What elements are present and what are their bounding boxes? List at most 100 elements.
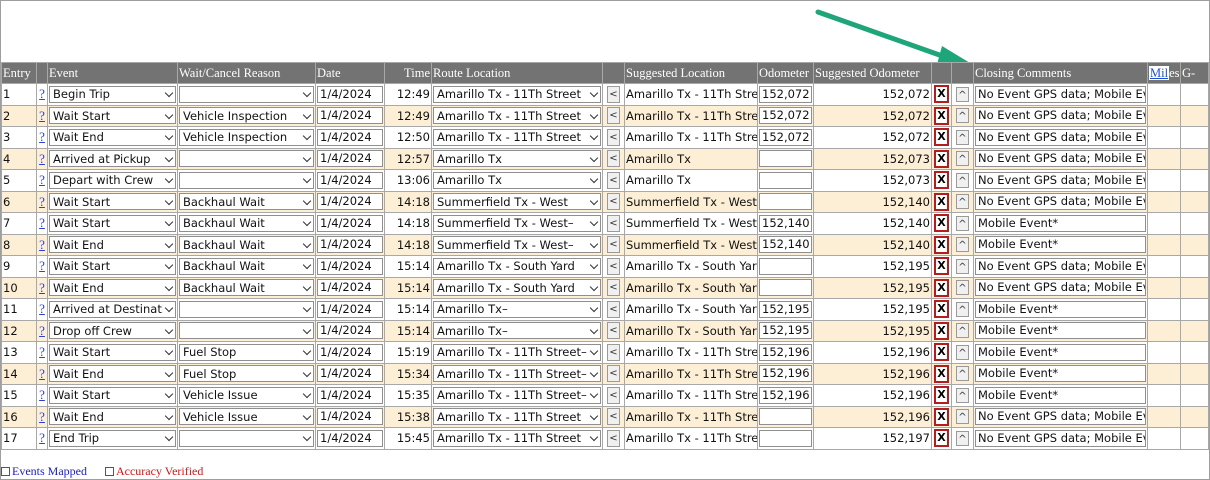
- odometer-input[interactable]: [759, 429, 812, 447]
- wait-reason-select[interactable]: Backhaul Wait: [179, 279, 314, 297]
- date-input[interactable]: 1/4/2024: [317, 322, 383, 340]
- route-location-select[interactable]: Amarillo Tx - 11Th Street–: [433, 343, 601, 361]
- header-wait-reason[interactable]: Wait/Cancel Reason: [177, 62, 316, 84]
- closing-comment-input[interactable]: No Event GPS data; Mobile Even: [975, 193, 1146, 211]
- move-up-button[interactable]: ^: [956, 387, 969, 403]
- date-input[interactable]: 1/4/2024: [317, 257, 383, 275]
- odometer-input[interactable]: 152,196: [759, 386, 812, 404]
- header-suggested-location[interactable]: Suggested Location: [624, 62, 758, 84]
- header-g[interactable]: G-: [1180, 62, 1209, 84]
- delete-row-button[interactable]: X: [934, 171, 949, 190]
- copy-suggested-button[interactable]: <: [607, 365, 620, 383]
- header-entry[interactable]: Entry: [1, 62, 37, 84]
- help-link[interactable]: ?: [36, 147, 48, 170]
- delete-row-button[interactable]: X: [934, 300, 949, 319]
- move-up-button[interactable]: ^: [956, 108, 969, 124]
- date-input[interactable]: 1/4/2024: [317, 236, 383, 254]
- header-event[interactable]: Event: [47, 62, 178, 84]
- odometer-input[interactable]: 152,140: [759, 236, 812, 254]
- odometer-input[interactable]: 152,195: [759, 322, 812, 340]
- odometer-input[interactable]: 152,196: [759, 343, 812, 361]
- wait-reason-select[interactable]: Fuel Stop: [179, 365, 314, 383]
- move-up-button[interactable]: ^: [956, 237, 969, 253]
- date-input[interactable]: 1/4/2024: [317, 171, 383, 189]
- header-date[interactable]: Date: [315, 62, 385, 84]
- event-select[interactable]: End Trip: [49, 429, 176, 447]
- help-link[interactable]: ?: [36, 298, 48, 321]
- help-link[interactable]: ?: [36, 362, 48, 385]
- event-select[interactable]: Wait Start: [49, 257, 176, 275]
- event-select[interactable]: Wait End: [49, 365, 176, 383]
- odometer-input[interactable]: [759, 257, 812, 275]
- delete-row-button[interactable]: X: [934, 214, 949, 233]
- event-select[interactable]: Wait Start: [49, 107, 176, 125]
- help-link[interactable]: ?: [36, 169, 48, 192]
- copy-suggested-button[interactable]: <: [607, 300, 620, 318]
- route-location-select[interactable]: Summerfield Tx - West–: [433, 236, 601, 254]
- copy-suggested-button[interactable]: <: [607, 150, 620, 168]
- closing-comment-input[interactable]: Mobile Event*: [975, 300, 1146, 318]
- accuracy-verified-checkbox[interactable]: [104, 467, 114, 476]
- odometer-input[interactable]: [759, 408, 812, 426]
- odometer-input[interactable]: [759, 150, 812, 168]
- closing-comment-input[interactable]: No Event GPS data; Mobile Even: [975, 128, 1146, 146]
- route-location-select[interactable]: Amarillo Tx - 11Th Street–: [433, 386, 601, 404]
- wait-reason-select[interactable]: Backhaul Wait: [179, 257, 314, 275]
- closing-comment-input[interactable]: Mobile Event*: [975, 322, 1146, 340]
- date-input[interactable]: 1/4/2024: [317, 386, 383, 404]
- delete-row-button[interactable]: X: [934, 321, 949, 340]
- date-input[interactable]: 1/4/2024: [317, 300, 383, 318]
- odometer-input[interactable]: [759, 279, 812, 297]
- copy-suggested-button[interactable]: <: [607, 214, 620, 232]
- event-select[interactable]: Wait Start: [49, 386, 176, 404]
- events-mapped-checkbox[interactable]: [1, 467, 10, 476]
- route-location-select[interactable]: Amarillo Tx - 11Th Street: [433, 429, 601, 447]
- copy-suggested-button[interactable]: <: [607, 236, 620, 254]
- wait-reason-select[interactable]: Backhaul Wait: [179, 193, 314, 211]
- copy-suggested-button[interactable]: <: [607, 343, 620, 361]
- event-select[interactable]: Wait End: [49, 408, 176, 426]
- odometer-input[interactable]: 152,140: [759, 214, 812, 232]
- event-select[interactable]: Begin Trip: [49, 85, 176, 103]
- closing-comment-input[interactable]: Mobile Event*: [975, 343, 1146, 361]
- event-select[interactable]: Drop off Crew: [49, 322, 176, 340]
- copy-suggested-button[interactable]: <: [607, 85, 620, 103]
- delete-row-button[interactable]: X: [934, 149, 949, 168]
- accuracy-verified-option[interactable]: Accuracy Verified: [104, 464, 203, 479]
- events-mapped-option[interactable]: Events Mapped: [1, 464, 87, 479]
- odometer-input[interactable]: 152,195: [759, 300, 812, 318]
- wait-reason-select[interactable]: [179, 171, 314, 189]
- delete-row-button[interactable]: X: [934, 278, 949, 297]
- move-up-button[interactable]: ^: [956, 366, 969, 382]
- event-select[interactable]: Wait End: [49, 128, 176, 146]
- closing-comment-input[interactable]: No Event GPS data; Mobile Even: [975, 107, 1146, 125]
- move-up-button[interactable]: ^: [956, 194, 969, 210]
- move-up-button[interactable]: ^: [956, 86, 969, 102]
- route-location-select[interactable]: Amarillo Tx - 11Th Street: [433, 85, 601, 103]
- move-up-button[interactable]: ^: [956, 258, 969, 274]
- delete-row-button[interactable]: X: [934, 257, 949, 276]
- event-select[interactable]: Wait End: [49, 279, 176, 297]
- odometer-input[interactable]: 152,072: [759, 107, 812, 125]
- wait-reason-select[interactable]: [179, 322, 314, 340]
- closing-comment-input[interactable]: No Event GPS data; Mobile Even: [975, 150, 1146, 168]
- delete-row-button[interactable]: X: [934, 343, 949, 362]
- move-up-button[interactable]: ^: [956, 323, 969, 339]
- move-up-button[interactable]: ^: [956, 280, 969, 296]
- event-select[interactable]: Depart with Crew: [49, 171, 176, 189]
- copy-suggested-button[interactable]: <: [607, 171, 620, 189]
- delete-row-button[interactable]: X: [934, 106, 949, 125]
- move-up-button[interactable]: ^: [956, 129, 969, 145]
- event-select[interactable]: Wait Start: [49, 343, 176, 361]
- move-up-button[interactable]: ^: [956, 430, 969, 446]
- wait-reason-select[interactable]: Fuel Stop: [179, 343, 314, 361]
- date-input[interactable]: 1/4/2024: [317, 193, 383, 211]
- wait-reason-select[interactable]: Vehicle Issue: [179, 386, 314, 404]
- odometer-input[interactable]: 152,072: [759, 128, 812, 146]
- help-link[interactable]: ?: [36, 190, 48, 213]
- help-link[interactable]: ?: [36, 405, 48, 428]
- miles-link[interactable]: Mil: [1149, 65, 1170, 80]
- wait-reason-select[interactable]: Backhaul Wait: [179, 236, 314, 254]
- wait-reason-select[interactable]: Vehicle Issue: [179, 408, 314, 426]
- wait-reason-select[interactable]: [179, 85, 314, 103]
